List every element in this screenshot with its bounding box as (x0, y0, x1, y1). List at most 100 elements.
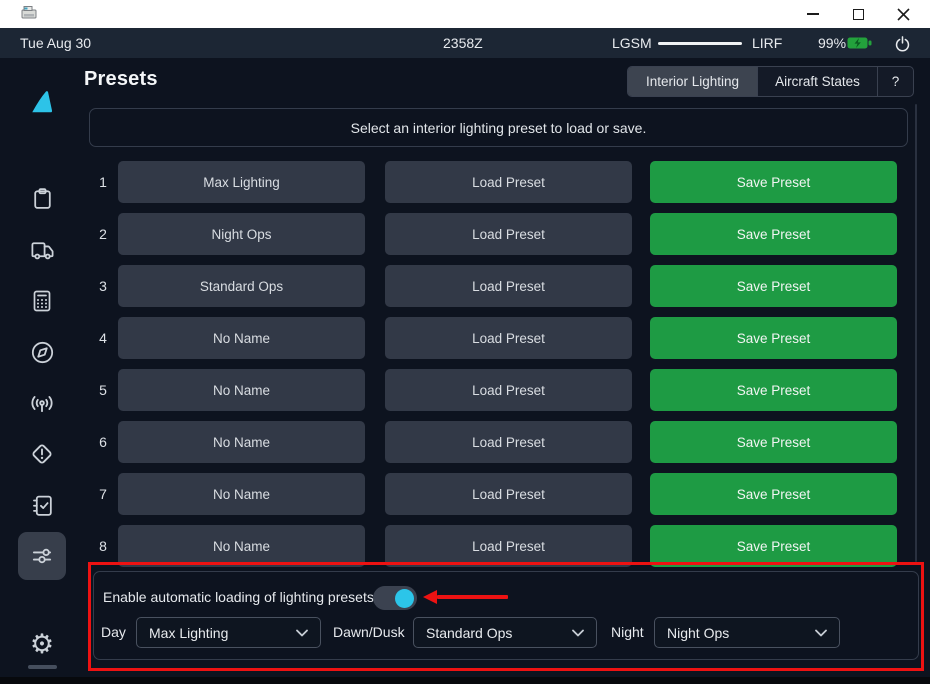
gear-icon: ⚙ (30, 631, 54, 658)
tab-help[interactable]: ? (878, 67, 913, 96)
tab-interior-lighting[interactable]: Interior Lighting (628, 67, 758, 96)
sliders-icon (29, 543, 55, 569)
preset-number: 1 (93, 161, 113, 203)
maximize-button[interactable] (841, 0, 875, 28)
page-title: Presets (84, 68, 158, 91)
load-preset-button[interactable]: Load Preset (385, 369, 632, 411)
compass-icon (30, 340, 55, 365)
battery-charging-icon (847, 36, 873, 50)
preset-name-button[interactable]: No Name (118, 421, 365, 463)
close-icon (897, 8, 910, 21)
toggle-knob (395, 589, 414, 608)
route-progress-line (658, 42, 742, 45)
preset-number: 2 (93, 213, 113, 255)
preset-row: 5 No Name Load Preset Save Preset (85, 369, 930, 411)
dawn-dusk-preset-value: Standard Ops (426, 625, 512, 641)
scrollbar-track[interactable] (915, 104, 917, 562)
save-preset-button[interactable]: Save Preset (650, 369, 897, 411)
instruction-banner: Select an interior lighting preset to lo… (89, 108, 908, 147)
day-label: Day (101, 617, 126, 648)
dawn-dusk-label: Dawn/Dusk (333, 617, 405, 648)
preset-row: 7 No Name Load Preset Save Preset (85, 473, 930, 515)
tab-bar: Interior Lighting Aircraft States ? (627, 66, 914, 97)
calculator-icon (30, 289, 54, 313)
dawn-dusk-preset-dropdown[interactable]: Standard Ops (413, 617, 597, 648)
load-preset-button[interactable]: Load Preset (385, 265, 632, 307)
close-button[interactable] (886, 0, 920, 28)
load-preset-button[interactable]: Load Preset (385, 525, 632, 567)
preset-name-button[interactable]: No Name (118, 473, 365, 515)
day-preset-value: Max Lighting (149, 625, 228, 641)
save-preset-button[interactable]: Save Preset (650, 317, 897, 359)
clipboard-icon (30, 186, 55, 211)
sidebar-item-settings[interactable]: ⚙ (18, 620, 66, 668)
save-preset-button[interactable]: Save Preset (650, 421, 897, 463)
preset-row: 6 No Name Load Preset Save Preset (85, 421, 930, 463)
preset-number: 8 (93, 525, 113, 567)
chevron-down-icon (815, 629, 827, 637)
preset-name-button[interactable]: Night Ops (118, 213, 365, 255)
preset-number: 3 (93, 265, 113, 307)
preset-row: 1 Max Lighting Load Preset Save Preset (85, 161, 930, 203)
sidebar-item-clipboard[interactable] (18, 174, 66, 222)
app-window: Tue Aug 30 2358Z LGSM LIRF 99% (0, 0, 930, 684)
chevron-down-icon (572, 629, 584, 637)
sidebar-item-checklists[interactable] (18, 481, 66, 529)
chevron-down-icon (296, 629, 308, 637)
load-preset-button[interactable]: Load Preset (385, 473, 632, 515)
sidebar-item-ground-services[interactable] (18, 226, 66, 274)
sidebar-item-alerts[interactable] (18, 430, 66, 478)
preset-name-button[interactable]: Max Lighting (118, 161, 365, 203)
preset-list: 1 Max Lighting Load Preset Save Preset 2… (85, 161, 930, 577)
auto-loading-label: Enable automatic loading of lighting pre… (103, 589, 378, 605)
preset-row: 4 No Name Load Preset Save Preset (85, 317, 930, 359)
window-title-bar (0, 0, 930, 28)
taskbar-edge (0, 677, 930, 684)
auto-loading-toggle[interactable] (373, 586, 417, 610)
load-preset-button[interactable]: Load Preset (385, 161, 632, 203)
sidebar-item-presets[interactable] (18, 532, 66, 580)
route-origin: LGSM (612, 28, 652, 58)
sidebar-item-comms[interactable] (18, 379, 66, 427)
app-icon (21, 5, 37, 20)
truck-icon (30, 238, 55, 263)
preset-row: 3 Standard Ops Load Preset Save Preset (85, 265, 930, 307)
route-destination: LIRF (752, 28, 782, 58)
save-preset-button[interactable]: Save Preset (650, 265, 897, 307)
preset-name-button[interactable]: Standard Ops (118, 265, 365, 307)
alert-diamond-icon (29, 441, 55, 467)
minimize-button[interactable] (796, 0, 830, 28)
night-preset-value: Night Ops (667, 625, 729, 641)
checklist-icon (30, 493, 55, 518)
save-preset-button[interactable]: Save Preset (650, 525, 897, 567)
sidebar-nav: ⚙ (0, 58, 84, 677)
preset-name-button[interactable]: No Name (118, 525, 365, 567)
tab-aircraft-states[interactable]: Aircraft States (758, 67, 878, 96)
preset-name-button[interactable]: No Name (118, 317, 365, 359)
preset-number: 4 (93, 317, 113, 359)
preset-number: 7 (93, 473, 113, 515)
sidebar-item-home[interactable] (18, 78, 66, 126)
winglet-logo-icon (29, 89, 55, 115)
save-preset-button[interactable]: Save Preset (650, 473, 897, 515)
day-preset-dropdown[interactable]: Max Lighting (136, 617, 321, 648)
status-bar: Tue Aug 30 2358Z LGSM LIRF 99% (0, 28, 930, 58)
preset-row: 8 No Name Load Preset Save Preset (85, 525, 930, 567)
save-preset-button[interactable]: Save Preset (650, 213, 897, 255)
status-time-zulu: 2358Z (443, 28, 483, 58)
power-icon[interactable] (894, 35, 911, 52)
sidebar-item-navigation[interactable] (18, 328, 66, 376)
load-preset-button[interactable]: Load Preset (385, 213, 632, 255)
battery-percent: 99% (818, 28, 846, 58)
night-preset-dropdown[interactable]: Night Ops (654, 617, 840, 648)
save-preset-button[interactable]: Save Preset (650, 161, 897, 203)
broadcast-antenna-icon (29, 390, 55, 416)
status-date: Tue Aug 30 (20, 28, 91, 58)
load-preset-button[interactable]: Load Preset (385, 317, 632, 359)
preset-number: 5 (93, 369, 113, 411)
preset-number: 6 (93, 421, 113, 463)
preset-name-button[interactable]: No Name (118, 369, 365, 411)
night-label: Night (611, 617, 644, 648)
sidebar-item-calculator[interactable] (18, 277, 66, 325)
load-preset-button[interactable]: Load Preset (385, 421, 632, 463)
